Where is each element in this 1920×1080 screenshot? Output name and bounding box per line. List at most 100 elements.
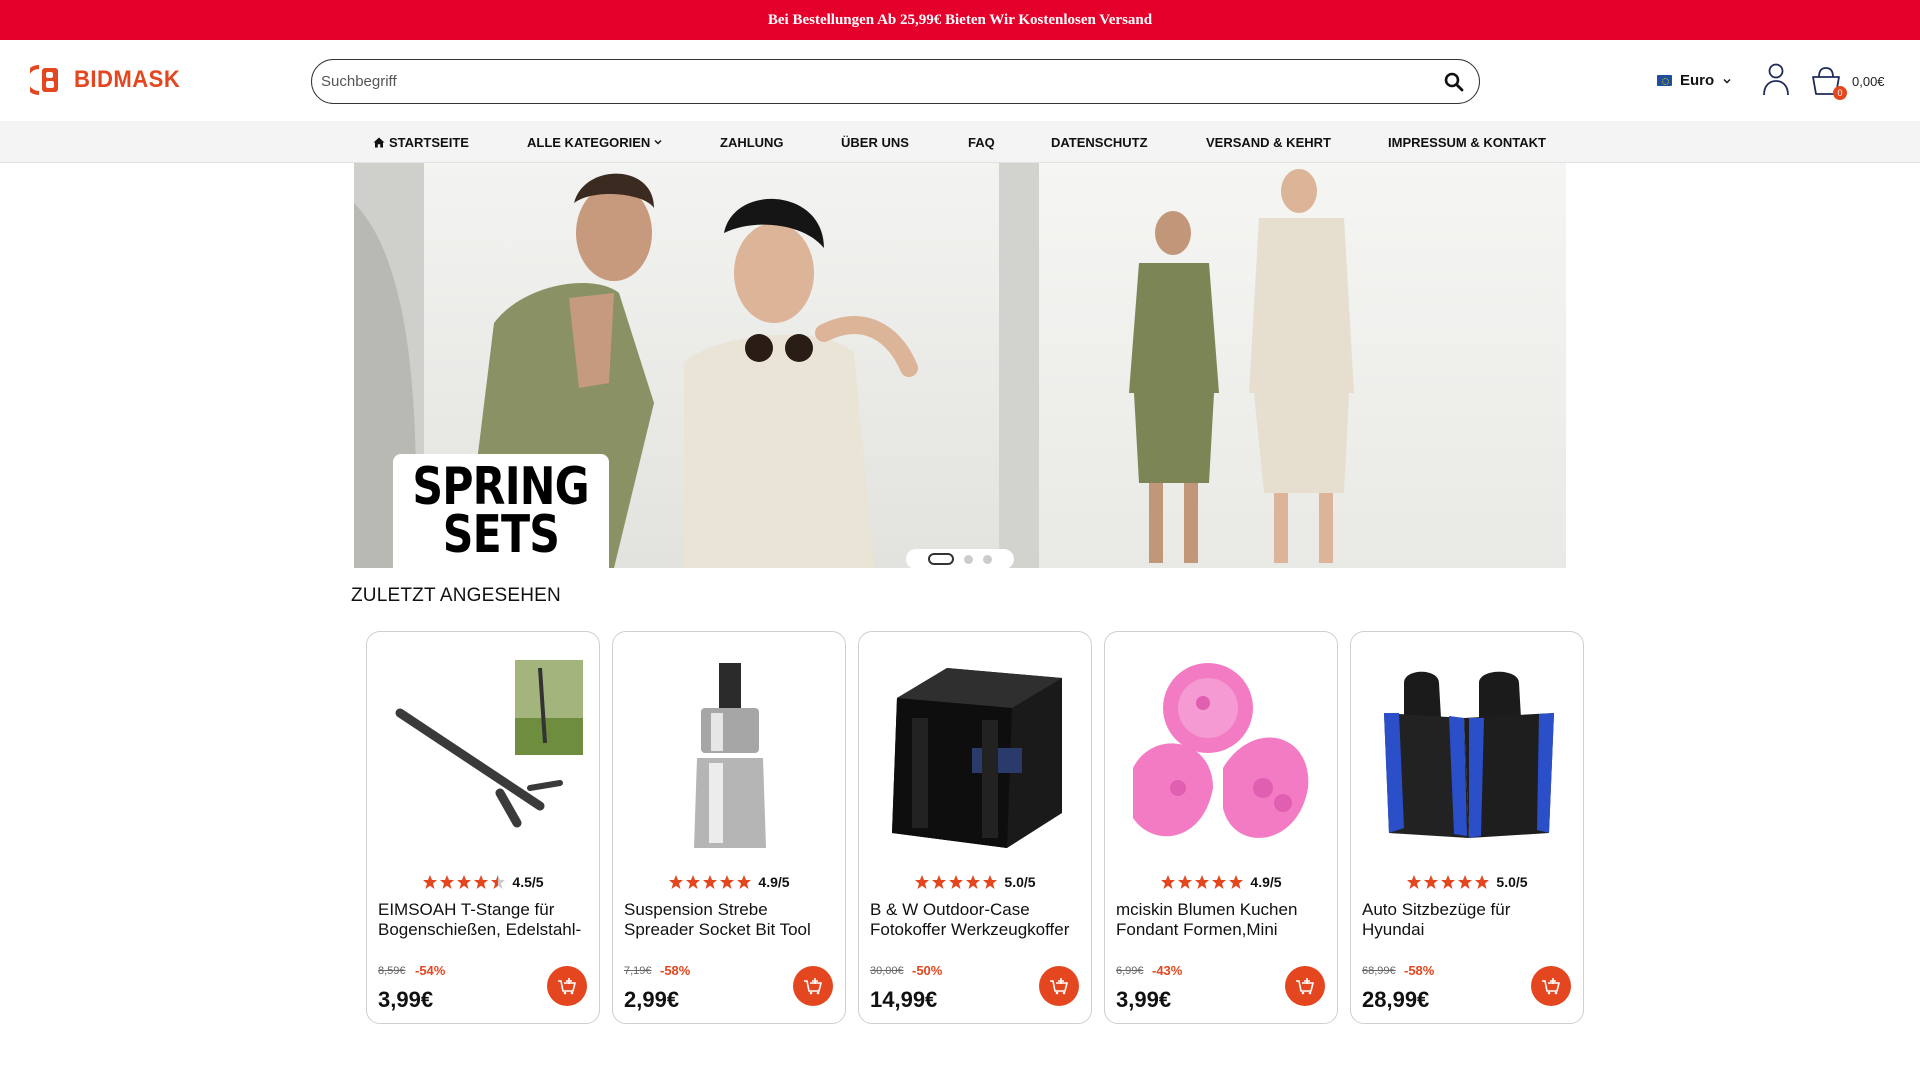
product-price: 3,99€: [1116, 987, 1172, 1012]
star-rating-icon: [668, 874, 752, 890]
logo-mark-icon: [30, 65, 58, 95]
discount-badge: -58%: [1404, 963, 1435, 978]
basket-plus-icon: [558, 978, 577, 995]
star-rating-icon: [914, 874, 998, 890]
product-title[interactable]: EIMSOAH T-Stange für Bogenschießen, Edel…: [378, 900, 590, 942]
nav-item-zahlung[interactable]: ZAHLUNG: [720, 121, 784, 163]
site-header: BIDMASK Euro 0 0,00€: [0, 40, 1920, 121]
announcement-text: Bei Bestellungen Ab 25,99€ Bieten Wir Ko…: [767, 11, 1153, 28]
search-bar: [311, 59, 1480, 104]
chevron-down-icon: [1723, 78, 1731, 83]
discount-badge: -50%: [912, 963, 943, 978]
old-price: 6,99€: [1116, 965, 1144, 977]
nav-label: DATENSCHUTZ: [1051, 134, 1148, 150]
nav-item-alle-kategorien[interactable]: ALLE KATEGORIEN: [527, 121, 663, 163]
chevron-down-icon: [654, 140, 662, 145]
old-price: 30,00€: [870, 965, 904, 977]
user-account-icon[interactable]: [1761, 62, 1791, 96]
product-rating: 4.5/5: [367, 874, 599, 890]
add-to-cart-button[interactable]: [1285, 966, 1325, 1006]
star-rating-icon: [422, 874, 506, 890]
product-title[interactable]: B & W Outdoor-Case Fotokoffer Werkzeugko…: [870, 900, 1082, 942]
nav-label: ÜBER UNS: [841, 134, 909, 150]
add-to-cart-button[interactable]: [1531, 966, 1571, 1006]
rating-value: 4.9/5: [1250, 874, 1282, 890]
nav-label: IMPRESSUM & KONTAKT: [1388, 134, 1546, 150]
basket-plus-icon: [1296, 978, 1315, 995]
hero-carousel[interactable]: SPRING SETS: [354, 163, 1566, 568]
nav-item-versand-kehrt[interactable]: VERSAND & KEHRT: [1206, 121, 1331, 163]
nav-label: VERSAND & KEHRT: [1206, 134, 1331, 150]
star-rating-icon: [1406, 874, 1490, 890]
search-icon: [1444, 72, 1464, 91]
carousel-dot-3[interactable]: [983, 554, 992, 564]
brand-name: BIDMASK: [74, 66, 181, 93]
currency-selector[interactable]: Euro: [1657, 72, 1732, 89]
nav-label: ALLE KATEGORIEN: [527, 134, 651, 150]
product-rating: 5.0/5: [1351, 874, 1583, 890]
product-title[interactable]: Auto Sitzbezüge für Hyundai: [1362, 900, 1574, 942]
announcement-bar: Bei Bestellungen Ab 25,99€ Bieten Wir Ko…: [0, 0, 1920, 40]
add-to-cart-button[interactable]: [547, 966, 587, 1006]
hero-badge-line2: SETS: [442, 505, 560, 565]
basket-plus-icon: [1050, 978, 1069, 995]
section-title-recently-viewed: ZULETZT ANGESEHEN: [351, 585, 561, 606]
old-price: 7,19€: [624, 965, 652, 977]
currency-label: Euro: [1680, 72, 1715, 89]
star-rating-icon: [1160, 874, 1244, 890]
add-to-cart-button[interactable]: [793, 966, 833, 1006]
car-seat-cover-image: [1384, 671, 1554, 838]
product-title[interactable]: Suspension Strebe Spreader Socket Bit To…: [624, 900, 836, 942]
search-button[interactable]: [1441, 69, 1467, 95]
nav-label: FAQ: [968, 134, 995, 150]
product-card[interactable]: 4.5/5 EIMSOAH T-Stange für Bogenschießen…: [366, 631, 600, 1024]
basket-plus-icon: [1542, 978, 1561, 995]
home-icon: [373, 137, 385, 147]
product-rating: 4.9/5: [613, 874, 845, 890]
old-price: 8,59€: [378, 965, 406, 977]
cart-total: 0,00€: [1852, 74, 1885, 89]
product-title[interactable]: mciskin Blumen Kuchen Fondant Formen,Min…: [1116, 900, 1328, 942]
old-price: 68,99€: [1362, 965, 1396, 977]
add-to-cart-button[interactable]: [1039, 966, 1079, 1006]
discount-badge: -43%: [1152, 963, 1183, 978]
discount-badge: -54%: [415, 963, 446, 978]
nav-item-startseite[interactable]: STARTSEITE: [373, 121, 469, 163]
hero-image-left: SPRING SETS: [354, 163, 999, 568]
socket-bit-image: [694, 663, 766, 848]
product-card[interactable]: 4.9/5 Suspension Strebe Spreader Socket …: [612, 631, 846, 1024]
search-input[interactable]: [321, 73, 1441, 90]
product-rating: 4.9/5: [1105, 874, 1337, 890]
t-bar-tool-image: [395, 660, 583, 828]
discount-badge: -58%: [660, 963, 691, 978]
brand-logo[interactable]: BIDMASK: [30, 63, 190, 97]
product-price: 14,99€: [870, 987, 938, 1012]
carousel-dot-2[interactable]: [964, 554, 973, 564]
product-card[interactable]: 5.0/5 Auto Sitzbezüge für Hyundai 68,99€…: [1350, 631, 1584, 1024]
carousel-dot-1[interactable]: [928, 553, 954, 565]
rating-value: 5.0/5: [1496, 874, 1528, 890]
nav-item-impressum-kontakt[interactable]: IMPRESSUM & KONTAKT: [1388, 121, 1546, 163]
nav-item-ueber-uns[interactable]: ÜBER UNS: [841, 121, 909, 163]
eu-flag-icon: [1657, 75, 1672, 86]
silicone-mold-image: [1133, 663, 1309, 838]
nav-item-datenschutz[interactable]: DATENSCHUTZ: [1051, 121, 1148, 163]
hard-case-image: [892, 668, 1062, 848]
hero-image-right: [999, 163, 1566, 568]
product-price: 2,99€: [624, 987, 680, 1012]
product-rating: 5.0/5: [859, 874, 1091, 890]
hero-badge: SPRING SETS: [393, 454, 609, 568]
rating-value: 4.9/5: [758, 874, 790, 890]
carousel-pagination: [906, 549, 1014, 569]
nav-item-faq[interactable]: FAQ: [968, 121, 995, 163]
cart-count-badge: 0: [1833, 86, 1847, 100]
product-card[interactable]: 5.0/5 B & W Outdoor-Case Fotokoffer Werk…: [858, 631, 1092, 1024]
rating-value: 5.0/5: [1004, 874, 1036, 890]
hero-badge-line1: SPRING: [412, 457, 590, 517]
nav-label: STARTSEITE: [389, 134, 469, 150]
nav-label: ZAHLUNG: [720, 134, 784, 150]
product-price: 28,99€: [1362, 987, 1430, 1012]
product-card[interactable]: 4.9/5 mciskin Blumen Kuchen Fondant Form…: [1104, 631, 1338, 1024]
product-price: 3,99€: [378, 987, 434, 1012]
models-standing-illustration: [999, 163, 1354, 568]
